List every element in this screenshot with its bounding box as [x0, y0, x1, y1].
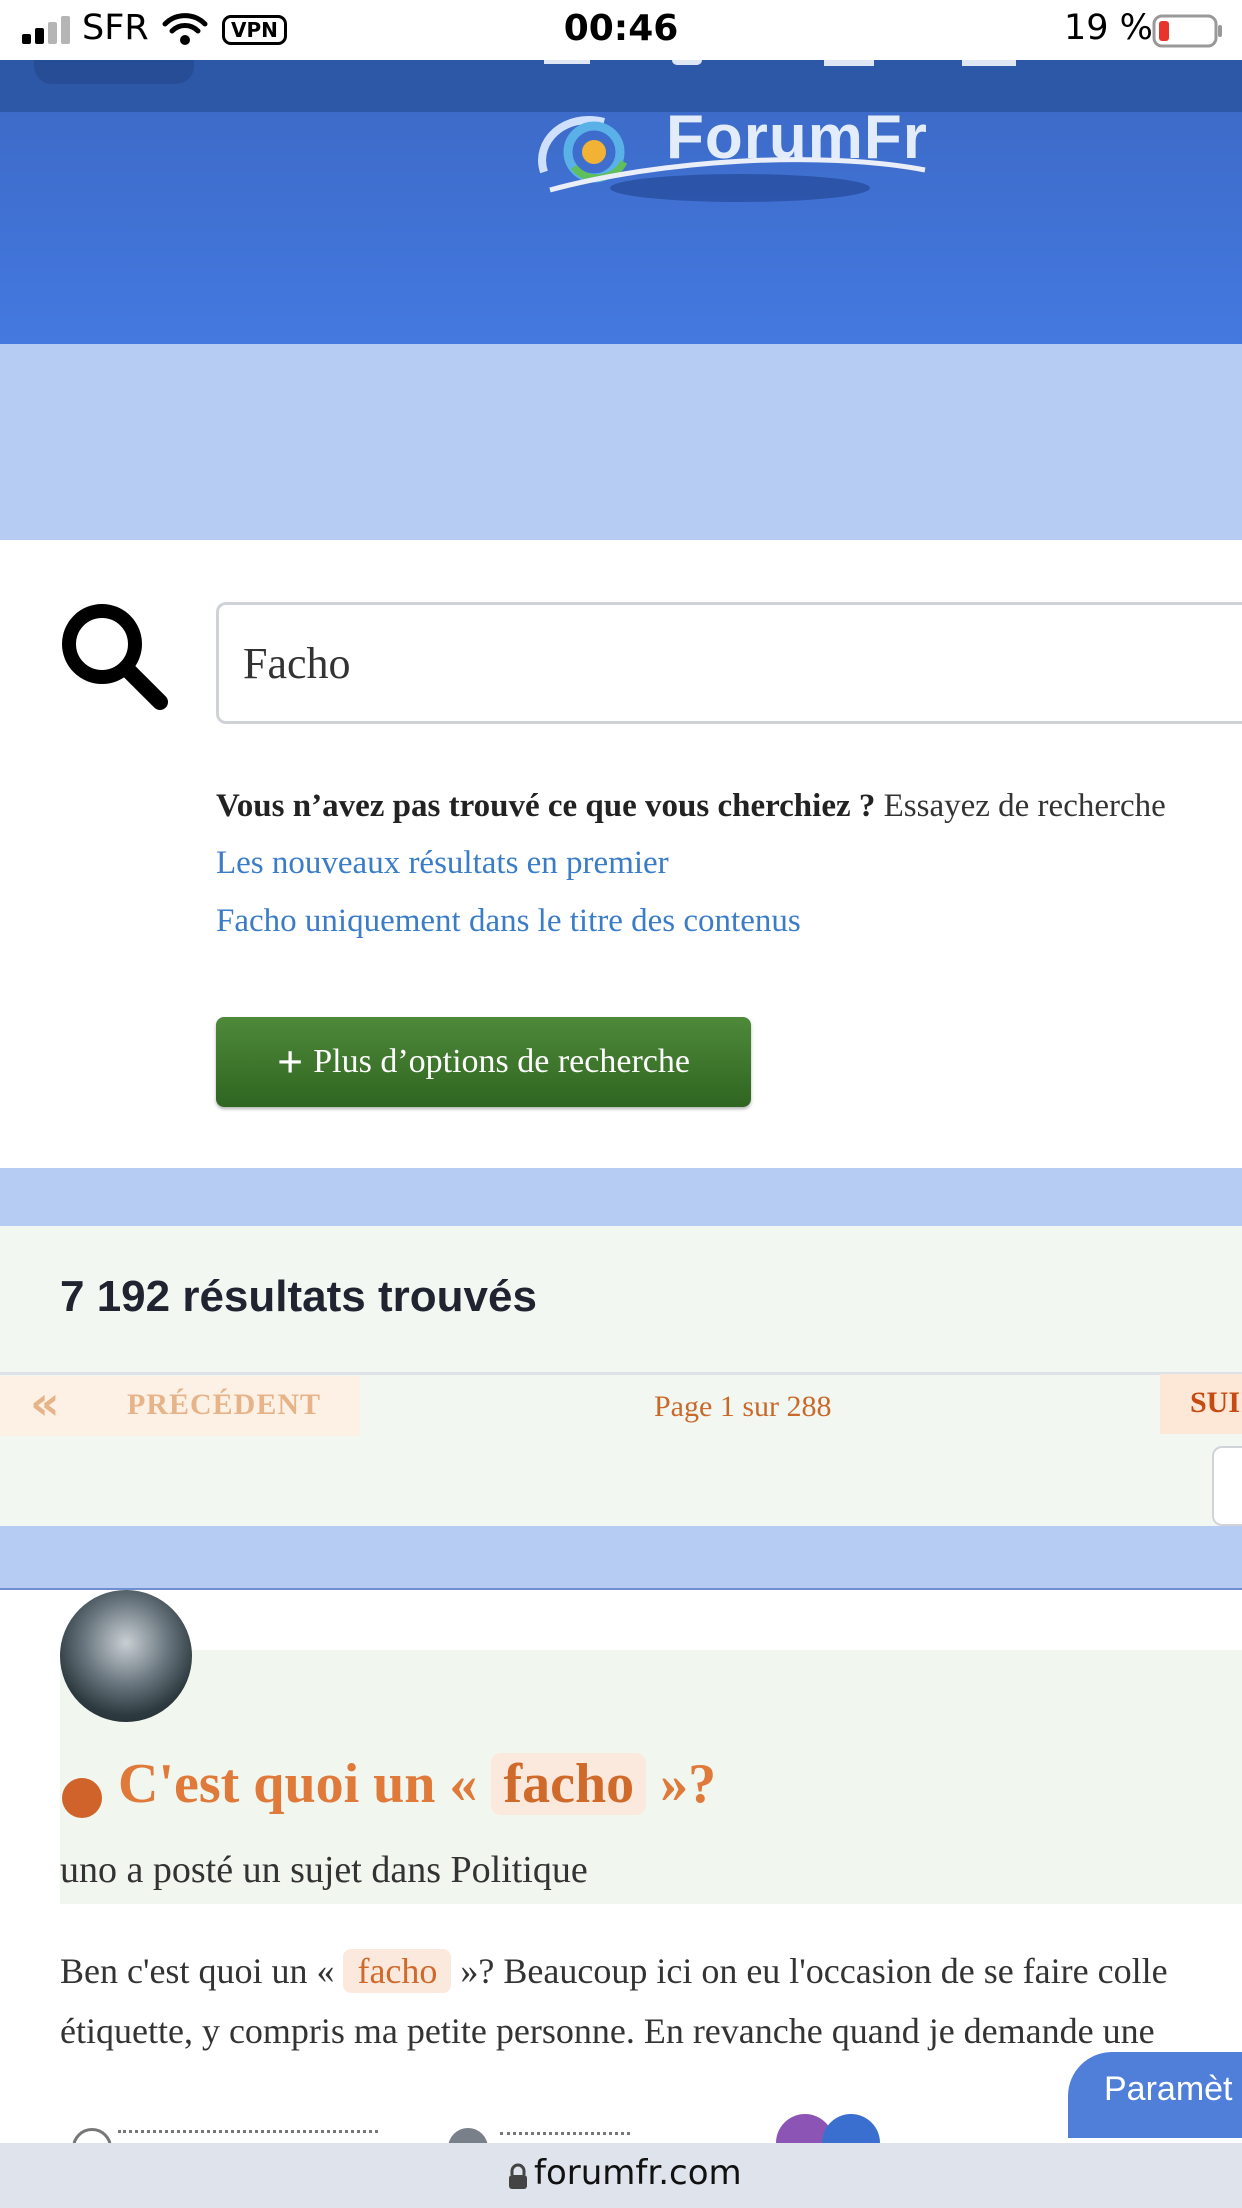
result-meta: uno a posté un sujet dans Politique	[60, 1849, 588, 1891]
header-band	[0, 344, 1242, 540]
battery-icon	[1152, 14, 1222, 48]
search-input[interactable]	[216, 602, 1242, 724]
lock-icon	[509, 2163, 527, 2189]
browser-url-bar[interactable]: forumfr.com	[0, 2143, 1242, 2208]
search-result-item[interactable]: C'est quoi un « facho »? uno a posté un …	[0, 1590, 1242, 2208]
settings-button[interactable]: Paramèt	[1068, 2052, 1242, 2138]
top-nav-bar	[0, 60, 1242, 112]
next-page-label: SUI	[1190, 1386, 1241, 1419]
url-text[interactable]: forumfr.com	[534, 2153, 742, 2193]
more-search-options-button[interactable]: + Plus d’options de recherche	[216, 1017, 751, 1107]
more-search-options-label: Plus d’options de recherche	[313, 1043, 690, 1080]
result-title-start: C'est quoi un «	[118, 1753, 492, 1815]
plus-icon: +	[277, 1036, 304, 1087]
previous-page-label: PRÉCÉDENT	[127, 1388, 322, 1421]
unread-dot-icon	[62, 1778, 102, 1818]
next-page-button[interactable]: SUI	[1160, 1374, 1242, 1434]
section-band	[0, 1526, 1242, 1590]
result-excerpt-line-1: Ben c'est quoi un « facho »? Beaucoup ic…	[60, 1949, 1168, 1993]
results-count: 7 192 résultats trouvés	[60, 1272, 537, 1321]
search-hint: Vous n’avez pas trouvé ce que vous cherc…	[216, 788, 1166, 825]
page-jump-input[interactable]	[1212, 1446, 1242, 1526]
title-only-link[interactable]: Facho uniquement dans le titre des conte…	[216, 903, 801, 940]
site-header: ForumFr	[0, 103, 1242, 344]
settings-button-label: Paramèt	[1104, 2070, 1233, 2108]
section-band	[0, 1168, 1242, 1226]
search-icon[interactable]	[58, 600, 170, 712]
nav-icon-1[interactable]	[544, 60, 590, 64]
search-hint-suggestion: Essayez de recherche	[875, 788, 1166, 824]
result-title-end: »?	[646, 1753, 717, 1815]
excerpt-start: Ben c'est quoi un «	[60, 1951, 344, 1991]
battery-percent: 19 %	[1064, 8, 1153, 48]
status-bar: SFR VPN 00:46 19 %	[0, 0, 1242, 60]
search-hint-question: Vous n’avez pas trouvé ce que vous cherc…	[216, 788, 876, 824]
result-title-highlight: facho	[491, 1753, 647, 1815]
page-indicator[interactable]: Page 1 sur 288	[654, 1390, 831, 1424]
search-section: Vous n’avez pas trouvé ce que vous cherc…	[0, 540, 1242, 1168]
divider	[0, 1372, 1242, 1375]
result-excerpt-line-2: étiquette, y compris ma petite personne.…	[60, 2011, 1155, 2051]
avatar[interactable]	[60, 1590, 192, 1722]
excerpt-end: »? Beaucoup ici on eu l'occasion de se f…	[451, 1951, 1168, 1991]
menu-button[interactable]	[34, 60, 194, 84]
double-chevron-left-icon: «	[30, 1376, 61, 1430]
previous-page-button[interactable]: « PRÉCÉDENT	[0, 1376, 360, 1436]
newest-results-link[interactable]: Les nouveaux résultats en premier	[216, 845, 669, 882]
nav-icon-4[interactable]	[962, 60, 1016, 66]
clock: 00:46	[563, 8, 679, 49]
nav-icon-2[interactable]	[672, 60, 702, 65]
nav-icon-3[interactable]	[824, 60, 874, 66]
excerpt-highlight: facho	[343, 1949, 452, 1993]
result-title[interactable]: C'est quoi un « facho »?	[118, 1752, 716, 1816]
logo-swoosh	[549, 157, 926, 202]
results-header: 7 192 résultats trouvés « PRÉCÉDENT Page…	[0, 1226, 1242, 1528]
